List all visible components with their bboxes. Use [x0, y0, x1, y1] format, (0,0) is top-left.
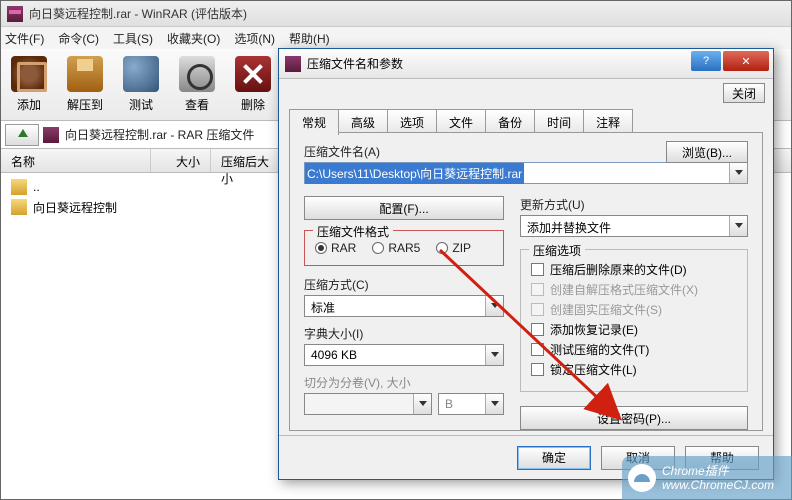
window-close-button[interactable]: ✕	[723, 51, 769, 71]
update-label: 更新方式(U)	[520, 196, 748, 213]
chk-delete[interactable]: 压缩后删除原来的文件(D)	[531, 261, 737, 278]
chk-solid: 创建固实压缩文件(S)	[531, 301, 737, 318]
chk-lock[interactable]: 锁定压缩文件(L)	[531, 361, 737, 378]
dict-combo[interactable]: 4096 KB	[304, 344, 504, 366]
add-icon	[11, 56, 47, 92]
ok-button[interactable]: 确定	[517, 446, 591, 470]
browse-button[interactable]: 浏览(B)...	[666, 141, 748, 163]
dialog-icon	[285, 56, 301, 72]
chevron-down-icon[interactable]	[485, 345, 503, 365]
dialog-titlebar: 压缩文件名和参数 ? ✕	[279, 49, 773, 79]
options-label: 压缩选项	[529, 242, 585, 259]
main-titlebar: 向日葵远程控制.rar - WinRAR (评估版本)	[1, 1, 791, 27]
tool-delete[interactable]: 删除	[225, 49, 281, 120]
split-size-combo[interactable]	[304, 393, 432, 415]
menu-command[interactable]: 命令(C)	[58, 30, 99, 47]
method-combo[interactable]: 标准	[304, 295, 504, 317]
method-label: 压缩方式(C)	[304, 276, 504, 293]
split-unit-combo[interactable]: B	[438, 393, 504, 415]
radio-rar5[interactable]: RAR5	[372, 241, 420, 255]
close-button[interactable]: 关闭	[723, 83, 765, 103]
tool-view[interactable]: 查看	[169, 49, 225, 120]
watermark: Chrome插件 www.ChromeCJ.com	[622, 456, 792, 500]
watermark-line2: www.ChromeCJ.com	[662, 478, 774, 492]
tool-add[interactable]: 添加	[1, 49, 57, 120]
view-icon	[179, 56, 215, 92]
col-name[interactable]: 名称	[1, 149, 151, 172]
window-help-button[interactable]: ?	[691, 51, 721, 71]
password-button[interactable]: 设置密码(P)...	[520, 406, 748, 430]
menu-options[interactable]: 选项(N)	[234, 30, 275, 47]
tool-test[interactable]: 测试	[113, 49, 169, 120]
tool-extract[interactable]: 解压到	[57, 49, 113, 120]
path-text: 向日葵远程控制.rar - RAR 压缩文件	[65, 126, 254, 143]
chk-test[interactable]: 测试压缩的文件(T)	[531, 341, 737, 358]
tab-general[interactable]: 常规	[289, 109, 339, 135]
split-label: 切分为分卷(V), 大小	[304, 374, 504, 391]
archive-params-dialog: 压缩文件名和参数 ? ✕ 关闭 常规 高级 选项 文件 备份 时间 注释 浏览(…	[278, 48, 774, 480]
watermark-icon	[628, 464, 656, 492]
chk-recovery[interactable]: 添加恢复记录(E)	[531, 321, 737, 338]
folder-icon	[11, 199, 27, 215]
up-button[interactable]	[5, 124, 39, 146]
col-size[interactable]: 大小	[151, 149, 211, 172]
menu-file[interactable]: 文件(F)	[5, 30, 44, 47]
menu-help[interactable]: 帮助(H)	[289, 30, 330, 47]
tab-panel: 浏览(B)... 压缩文件名(A) C:\Users\11\Desktop\向日…	[289, 132, 763, 431]
options-group: 压缩选项 压缩后删除原来的文件(D) 创建自解压格式压缩文件(X) 创建固实压缩…	[520, 249, 748, 392]
config-button[interactable]: 配置(F)...	[304, 196, 504, 220]
chevron-down-icon[interactable]	[729, 163, 747, 183]
update-combo[interactable]: 添加并替换文件	[520, 215, 748, 237]
format-label: 压缩文件格式	[313, 223, 393, 240]
archive-icon	[43, 127, 59, 143]
watermark-line1: Chrome插件	[662, 464, 774, 478]
menu-tools[interactable]: 工具(S)	[113, 30, 153, 47]
main-title: 向日葵远程控制.rar - WinRAR (评估版本)	[29, 5, 247, 22]
dict-label: 字典大小(I)	[304, 325, 504, 342]
chk-sfx: 创建自解压格式压缩文件(X)	[531, 281, 737, 298]
menu-fav[interactable]: 收藏夹(O)	[167, 30, 220, 47]
folder-up-icon	[11, 179, 27, 195]
radio-rar[interactable]: RAR	[315, 241, 356, 255]
test-icon	[123, 56, 159, 92]
filename-value: C:\Users\11\Desktop\向日葵远程控制.rar	[305, 163, 524, 184]
app-icon	[7, 6, 23, 22]
format-group: 压缩文件格式 RAR RAR5 ZIP	[304, 230, 504, 266]
chevron-down-icon[interactable]	[485, 296, 503, 316]
chevron-down-icon[interactable]	[729, 216, 747, 236]
extract-icon	[67, 56, 103, 92]
chevron-down-icon[interactable]	[413, 394, 431, 414]
chevron-down-icon[interactable]	[485, 394, 503, 414]
delete-icon	[235, 56, 271, 92]
dialog-title: 压缩文件名和参数	[307, 55, 403, 72]
menubar: 文件(F) 命令(C) 工具(S) 收藏夹(O) 选项(N) 帮助(H)	[1, 27, 791, 49]
radio-zip[interactable]: ZIP	[436, 241, 471, 255]
filename-combo[interactable]: C:\Users\11\Desktop\向日葵远程控制.rar	[304, 162, 748, 184]
